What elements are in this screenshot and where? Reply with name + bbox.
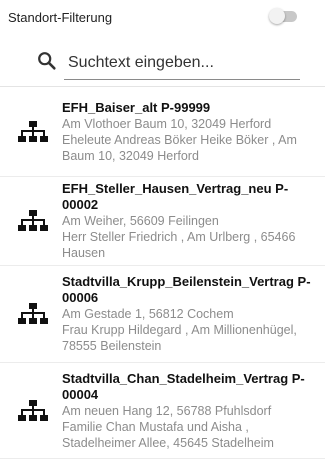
hierarchy-icon <box>18 210 48 231</box>
location-filter-bar: Standort-Filterung <box>0 0 325 36</box>
toggle-thumb[interactable] <box>269 8 285 24</box>
project-address: Am Vlothoer Baum 10, 32049 Herford <box>62 116 272 131</box>
project-contact: Eheleute Andreas Böker Heike Böker , Am … <box>62 132 297 163</box>
list-item[interactable]: Stadtvilla_Krupp_Beilenstein_Vertrag P-0… <box>0 266 325 363</box>
search-bar <box>36 46 302 82</box>
project-address: Am Weiher, 56609 Feilingen <box>62 214 219 228</box>
project-list: EFH_Baiser_alt P-99999 Am Vlothoer Baum … <box>0 86 325 459</box>
project-title: Stadtvilla_Krupp_Beilenstein_Vertrag P-0… <box>62 274 311 305</box>
project-contact: Frau Krupp Hildegard , Am Millionenhügel… <box>62 323 297 353</box>
project-contact: Familie Chan Mustafa und Aisha , Stadelh… <box>62 419 274 450</box>
list-item-text: Stadtvilla_Krupp_Beilenstein_Vertrag P-0… <box>62 274 319 354</box>
list-item-text: EFH_Steller_Hausen_Vertrag_neu P-00002 A… <box>62 181 319 261</box>
search-input[interactable] <box>64 46 300 80</box>
search-icon <box>38 52 56 70</box>
project-title: EFH_Steller_Hausen_Vertrag_neu P-00002 <box>62 181 289 212</box>
hierarchy-icon <box>18 120 48 142</box>
location-filter-label: Standort-Filterung <box>8 10 113 25</box>
hierarchy-icon <box>18 303 48 324</box>
list-item[interactable]: EFH_Steller_Hausen_Vertrag_neu P-00002 A… <box>0 177 325 266</box>
project-title: EFH_Baiser_alt P-99999 <box>62 99 211 115</box>
list-item[interactable]: EFH_Baiser_alt P-99999 Am Vlothoer Baum … <box>0 87 325 177</box>
project-title: Stadtvilla_Chan_Stadelheim_Vertrag P-000… <box>62 370 305 402</box>
list-item-text: EFH_Baiser_alt P-99999 Am Vlothoer Baum … <box>62 100 319 164</box>
list-item-text: Stadtvilla_Chan_Stadelheim_Vertrag P-000… <box>62 371 319 451</box>
project-address: Am Gestade 1, 56812 Cochem <box>62 307 234 321</box>
hierarchy-icon <box>18 399 48 421</box>
project-contact: Herr Steller Friedrich , Am Urlberg , 65… <box>62 230 296 260</box>
list-item[interactable]: Stadtvilla_Chan_Stadelheim_Vertrag P-000… <box>0 363 325 459</box>
project-address: Am neuen Hang 12, 56788 Pfuhlsdorf <box>62 403 272 418</box>
location-filter-toggle[interactable] <box>269 8 299 24</box>
